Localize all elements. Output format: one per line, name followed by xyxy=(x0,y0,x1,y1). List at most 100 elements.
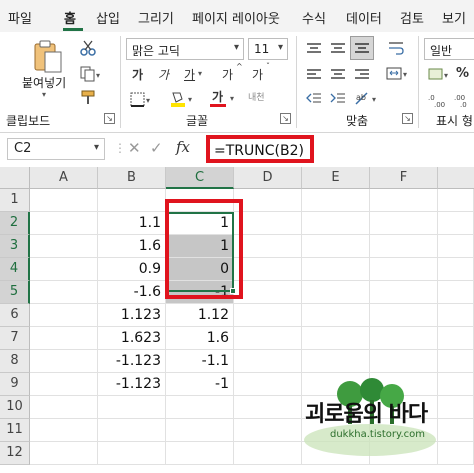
cell-f5[interactable] xyxy=(370,281,438,304)
italic-button[interactable]: 가 xyxy=(158,66,169,83)
cell-c10[interactable] xyxy=(166,396,234,419)
cell-next4[interactable] xyxy=(438,258,474,281)
cell-next9[interactable] xyxy=(438,373,474,396)
cell-a1[interactable] xyxy=(30,189,98,212)
cell-b6[interactable]: 1.123 xyxy=(98,304,166,327)
font-launcher-icon[interactable]: ↘ xyxy=(280,113,291,124)
tab-data[interactable]: 데이터 xyxy=(346,8,382,27)
percent-style-button[interactable]: % xyxy=(456,66,469,81)
cell-d9[interactable] xyxy=(234,373,302,396)
tab-file[interactable]: 파일 xyxy=(8,8,32,27)
cell-a4[interactable] xyxy=(30,258,98,281)
row-header-1[interactable]: 1 xyxy=(0,189,30,212)
cell-a2[interactable] xyxy=(30,212,98,235)
tab-draw[interactable]: 그리기 xyxy=(138,8,174,27)
column-header-b[interactable]: B xyxy=(98,167,166,189)
row-header-5[interactable]: 5 xyxy=(0,281,30,304)
paste-dropdown-icon[interactable]: ▾ xyxy=(42,90,46,99)
font-size-dropdown[interactable]: 11 ▾ xyxy=(248,38,288,60)
merge-center-icon[interactable]: ▾ xyxy=(386,66,410,82)
cell-c9[interactable]: -1 xyxy=(166,373,234,396)
column-header-f[interactable]: F xyxy=(370,167,438,189)
cell-c12[interactable] xyxy=(166,442,234,465)
align-right-icon[interactable] xyxy=(354,68,370,82)
cell-b12[interactable] xyxy=(98,442,166,465)
cell-f6[interactable] xyxy=(370,304,438,327)
cell-b4[interactable]: 0.9 xyxy=(98,258,166,281)
cell-e8[interactable] xyxy=(302,350,370,373)
align-left-icon[interactable] xyxy=(306,68,322,82)
cell-next11[interactable] xyxy=(438,419,474,442)
cell-d11[interactable] xyxy=(234,419,302,442)
row-header-3[interactable]: 3 xyxy=(0,235,30,258)
cut-icon[interactable] xyxy=(80,40,96,56)
cell-next5[interactable] xyxy=(438,281,474,304)
row-header-7[interactable]: 7 xyxy=(0,327,30,350)
decrease-indent-icon[interactable] xyxy=(306,92,322,106)
cell-a6[interactable] xyxy=(30,304,98,327)
align-middle-icon[interactable] xyxy=(330,42,346,56)
cell-next10[interactable] xyxy=(438,396,474,419)
bold-button[interactable]: 가 xyxy=(132,66,143,83)
cell-d7[interactable] xyxy=(234,327,302,350)
cell-b5[interactable]: -1.6 xyxy=(98,281,166,304)
cell-next6[interactable] xyxy=(438,304,474,327)
column-header-d[interactable]: D xyxy=(234,167,302,189)
cell-e3[interactable] xyxy=(302,235,370,258)
cell-next2[interactable] xyxy=(438,212,474,235)
cell-d5[interactable] xyxy=(234,281,302,304)
enter-entry-button[interactable]: ✓ xyxy=(150,139,163,157)
cell-e7[interactable] xyxy=(302,327,370,350)
cell-f3[interactable] xyxy=(370,235,438,258)
row-header-11[interactable]: 11 xyxy=(0,419,30,442)
tab-page-layout[interactable]: 페이지 레이아웃 xyxy=(192,8,280,27)
cell-a12[interactable] xyxy=(30,442,98,465)
cell-a9[interactable] xyxy=(30,373,98,396)
cell-a8[interactable] xyxy=(30,350,98,373)
formula-input[interactable]: =TRUNC(B2) xyxy=(206,135,314,163)
phonetic-button[interactable]: 내천 xyxy=(248,90,265,103)
column-header-next[interactable] xyxy=(438,167,474,189)
cell-e4[interactable] xyxy=(302,258,370,281)
align-bottom-button[interactable] xyxy=(350,36,374,60)
row-header-4[interactable]: 4 xyxy=(0,258,30,281)
cell-d10[interactable] xyxy=(234,396,302,419)
shrink-font-button[interactable]: 가 xyxy=(252,66,263,83)
cell-d2[interactable] xyxy=(234,212,302,235)
cell-a10[interactable] xyxy=(30,396,98,419)
font-name-dropdown[interactable]: 맑은 고딕 ▾ xyxy=(126,38,244,60)
tab-view[interactable]: 보기 xyxy=(442,8,466,27)
column-header-a[interactable]: A xyxy=(30,167,98,189)
accounting-format-icon[interactable]: ▾ xyxy=(428,66,454,82)
row-header-8[interactable]: 8 xyxy=(0,350,30,373)
tab-review[interactable]: 검토 xyxy=(400,8,424,27)
cell-b9[interactable]: -1.123 xyxy=(98,373,166,396)
row-header-2[interactable]: 2 xyxy=(0,212,30,235)
orientation-icon[interactable]: ab ▾ xyxy=(354,90,380,106)
paste-button[interactable]: 붙여넣기 ▾ xyxy=(22,36,72,104)
cell-e1[interactable] xyxy=(302,189,370,212)
font-color-dropdown-icon[interactable]: ▾ xyxy=(230,94,234,103)
row-header-10[interactable]: 10 xyxy=(0,396,30,419)
format-painter-icon[interactable] xyxy=(80,90,96,106)
name-box[interactable]: C2 ▾ xyxy=(7,138,105,160)
underline-dropdown-icon[interactable]: ▾ xyxy=(198,69,202,78)
cell-f4[interactable] xyxy=(370,258,438,281)
column-header-e[interactable]: E xyxy=(302,167,370,189)
cell-next7[interactable] xyxy=(438,327,474,350)
tab-home[interactable]: 홈 xyxy=(64,8,76,27)
select-all-corner[interactable] xyxy=(0,167,30,189)
wrap-text-icon[interactable] xyxy=(388,40,404,56)
cell-c8[interactable]: -1.1 xyxy=(166,350,234,373)
cell-b11[interactable] xyxy=(98,419,166,442)
cell-next8[interactable] xyxy=(438,350,474,373)
cell-a11[interactable] xyxy=(30,419,98,442)
column-header-c[interactable]: C xyxy=(166,167,234,189)
cell-b3[interactable]: 1.6 xyxy=(98,235,166,258)
cancel-entry-button[interactable]: ✕ xyxy=(128,139,141,157)
cell-b7[interactable]: 1.623 xyxy=(98,327,166,350)
cell-a3[interactable] xyxy=(30,235,98,258)
cell-c7[interactable]: 1.6 xyxy=(166,327,234,350)
cell-e2[interactable] xyxy=(302,212,370,235)
underline-button[interactable]: 가 xyxy=(184,66,195,83)
